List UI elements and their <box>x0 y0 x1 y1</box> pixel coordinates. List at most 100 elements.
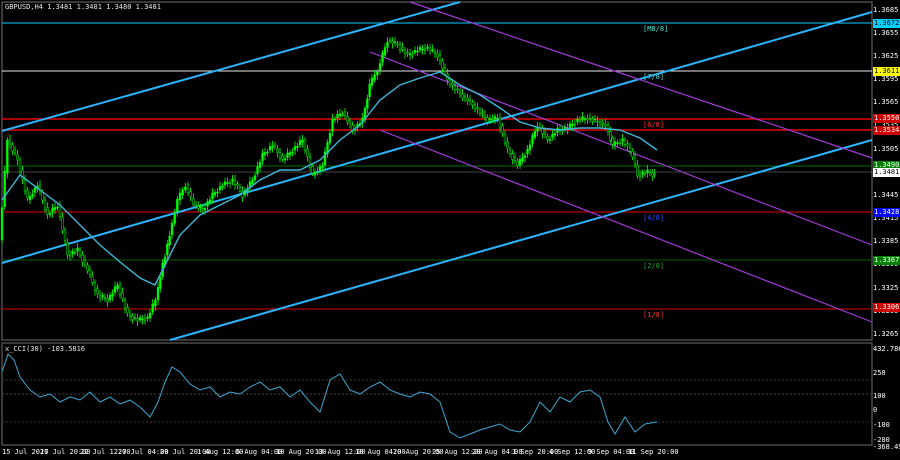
candle-body <box>143 318 147 321</box>
candle-body <box>501 125 504 134</box>
candle-body <box>576 118 579 123</box>
candle-body <box>431 49 434 51</box>
candle-body <box>338 113 342 117</box>
candle-body <box>518 159 522 166</box>
candle-body <box>273 144 277 147</box>
indicator-title: x_CCI(30) -103.5816 <box>5 345 86 353</box>
candle-body <box>551 133 554 138</box>
candle-body <box>178 192 182 201</box>
candle-body <box>443 67 447 72</box>
candle-body <box>483 114 487 118</box>
candle-body <box>541 128 544 134</box>
murrey-level-label: [6/8] <box>643 121 665 129</box>
candle-body <box>121 292 124 300</box>
price-axis-label: 1.3655 <box>873 29 899 37</box>
candle-body <box>106 298 109 303</box>
candle-body <box>653 173 656 176</box>
candle-body <box>206 201 209 207</box>
candle-body <box>138 317 142 321</box>
candle-body <box>141 318 144 321</box>
price-chart[interactable]: GBPUSD,H4 1.3481 1.3481 1.3480 1.3481 1.… <box>0 0 900 342</box>
candle-body <box>368 83 371 97</box>
price-axis-label: 1.3625 <box>873 52 899 60</box>
candle-body <box>636 164 639 177</box>
candle-body <box>453 85 457 91</box>
candle-body <box>186 184 190 193</box>
candle-body <box>116 284 119 289</box>
candle-body <box>231 178 234 182</box>
candle-body <box>408 53 412 56</box>
candle-body <box>388 39 392 42</box>
cci-axis-label: 250 <box>873 369 886 377</box>
candle-body <box>436 53 439 58</box>
candle-body <box>18 159 22 173</box>
candle-body <box>498 117 502 129</box>
candle-body <box>101 295 104 297</box>
cci-axis-label: 432.786 <box>873 345 900 353</box>
candle-body <box>203 208 207 211</box>
candle-body <box>201 208 204 211</box>
cci-axis-label: -100 <box>873 421 890 429</box>
candle-body <box>386 41 389 48</box>
chart-title: GBPUSD,H4 1.3481 1.3481 1.3480 1.3481 <box>5 3 161 11</box>
lower-trend-channel <box>169 139 873 341</box>
candle-body <box>328 133 332 143</box>
candle-body <box>366 98 369 109</box>
candle-body <box>236 183 239 186</box>
candle-body <box>313 172 317 176</box>
candle-body <box>496 117 499 120</box>
candle-body <box>293 146 297 151</box>
candle-body <box>283 158 287 161</box>
upper-trend-channel <box>1 1 461 132</box>
candle-body <box>336 113 339 119</box>
candle-body <box>401 47 404 50</box>
murrey-level-label: [4/8] <box>643 214 665 222</box>
candle-body <box>136 318 139 322</box>
candle-body <box>118 284 122 295</box>
candle-body <box>604 123 607 127</box>
candle-body <box>63 229 67 241</box>
murrey-level-label: [1/8] <box>643 311 665 319</box>
candle-body <box>631 151 634 158</box>
candle-body <box>76 247 79 252</box>
candle-body <box>493 116 497 120</box>
price-axis-label: 1.3685 <box>873 6 899 14</box>
candle-body <box>88 269 92 275</box>
candle-body <box>441 61 444 69</box>
candle-body <box>253 175 257 181</box>
candle-body <box>218 186 222 191</box>
candle-body <box>486 117 489 123</box>
candle-body <box>151 303 154 313</box>
candle-body <box>423 48 427 51</box>
candle-body <box>418 47 422 51</box>
cci-indicator-panel[interactable]: x_CCI(30) -103.5816 432.786 250 100 0 -100 -2… <box>0 342 900 451</box>
price-tag: 1.3306 <box>873 303 900 312</box>
candle-body <box>438 54 442 61</box>
candle-body <box>516 161 519 167</box>
time-axis-label: 11 Sep 20:00 <box>628 448 679 456</box>
descending-channel-mid <box>369 51 873 246</box>
candle-body <box>381 52 384 63</box>
price-tag: 1.3534 <box>873 126 900 135</box>
candle-body <box>528 144 532 151</box>
candle-body <box>51 207 54 213</box>
candle-body <box>148 312 152 319</box>
candle-body <box>391 41 394 44</box>
candle-body <box>133 317 137 319</box>
chart-terminal[interactable]: GBPUSD,H4 1.3481 1.3481 1.3480 1.3481 1.… <box>0 0 900 460</box>
candle-body <box>491 119 494 121</box>
candle-body <box>298 140 302 146</box>
candle-body <box>393 41 397 43</box>
candle-body <box>448 79 452 86</box>
candle-body <box>523 155 527 158</box>
price-axis-label: 1.3325 <box>873 284 899 292</box>
candle-body <box>123 299 127 309</box>
price-tag: 1.3428 <box>873 208 900 217</box>
price-axis-label: 1.3505 <box>873 145 899 153</box>
candle-body <box>216 191 219 194</box>
candle-body <box>173 213 176 224</box>
candlestick-series <box>0 36 656 326</box>
candle-body <box>126 307 129 314</box>
candle-body <box>593 118 597 121</box>
candle-body <box>263 152 267 156</box>
